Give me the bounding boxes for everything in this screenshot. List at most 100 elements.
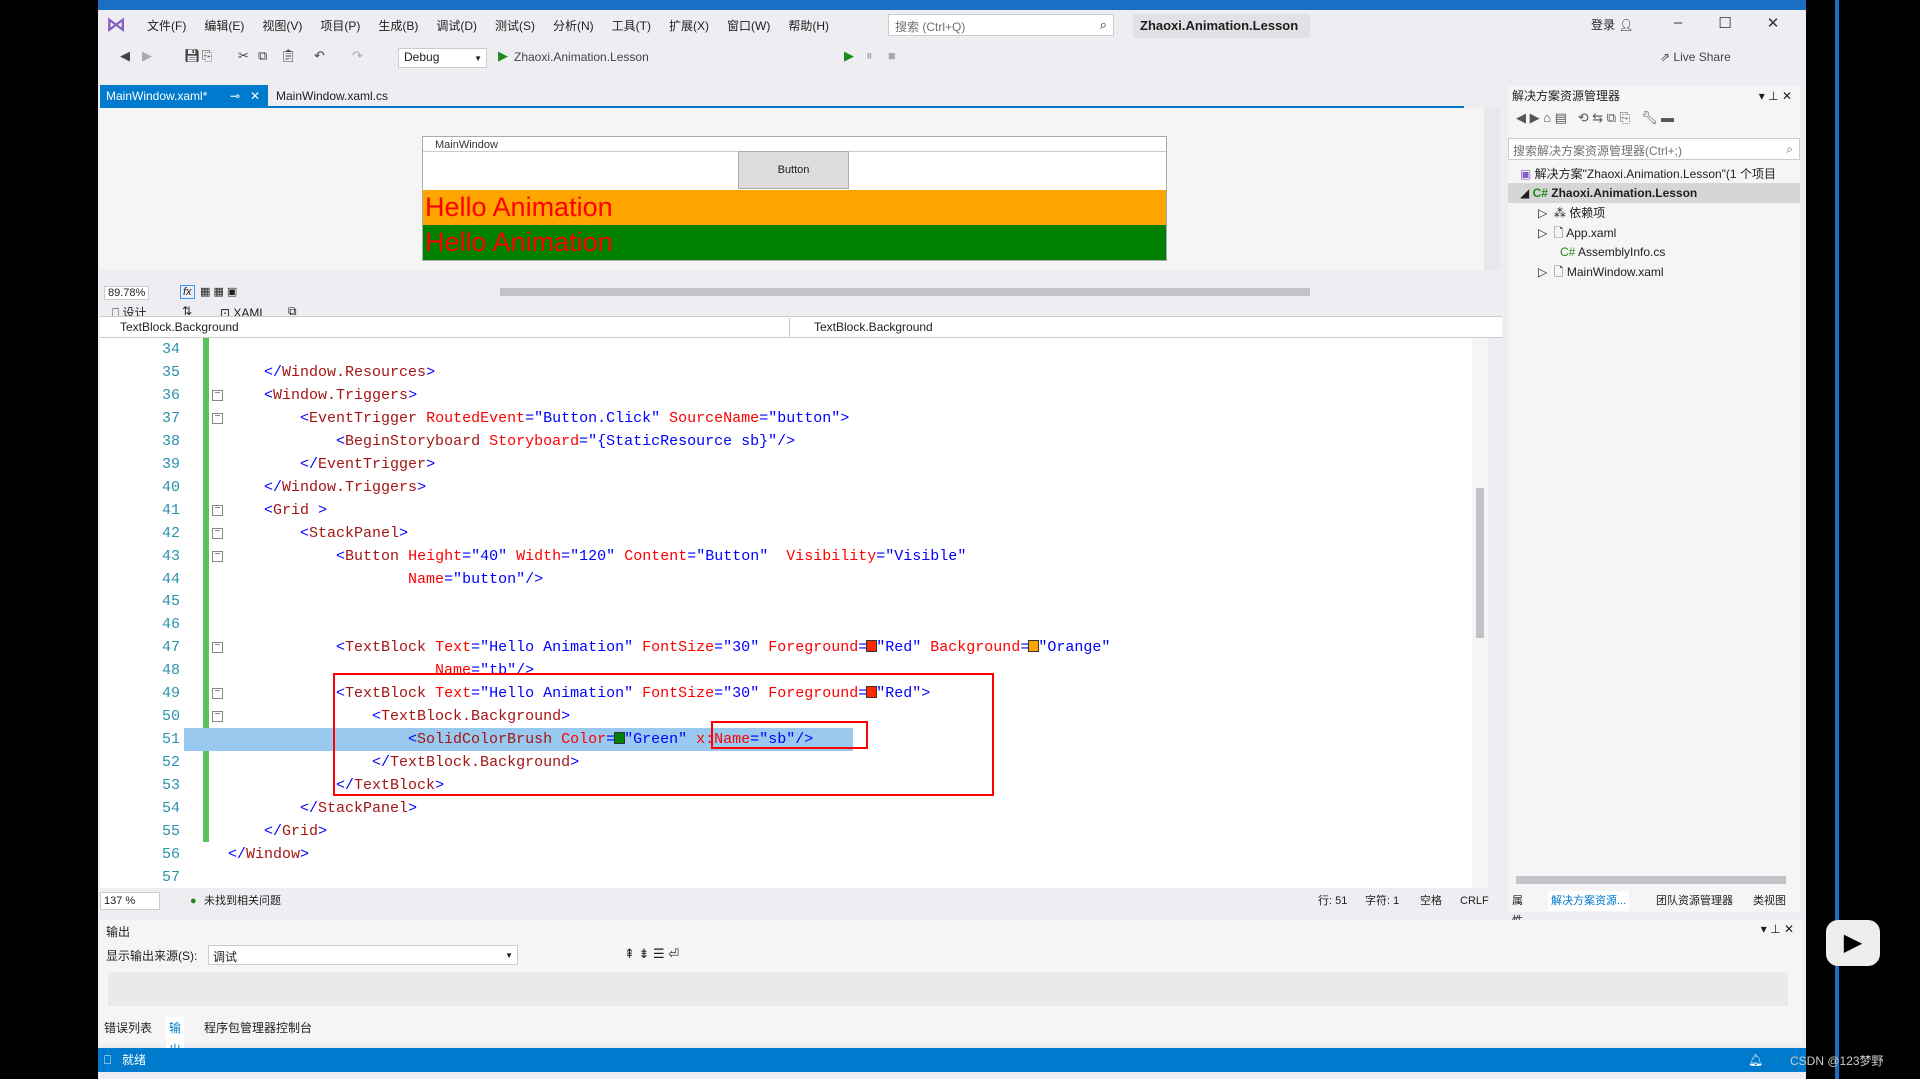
tree-item-mainwindow-xaml[interactable]: ▷ 🗋︎ MainWindow.xaml — [1508, 262, 1800, 282]
continue-icon[interactable]: ▶ — [844, 48, 854, 64]
grid-icon[interactable]: ▦ ▦ ▣ — [200, 285, 237, 298]
code-line[interactable]: 44 Name="button"/> — [100, 568, 1488, 591]
menu-file[interactable]: 文件(F) — [138, 17, 195, 35]
menu-help[interactable]: 帮助(H) — [779, 17, 838, 35]
paste-icon[interactable]: 📋︎ — [280, 48, 297, 64]
startup-project-button[interactable]: Zhaoxi.Animation.Lesson — [514, 50, 649, 64]
solution-search-input[interactable]: 搜索解决方案资源管理器(Ctrl+;) ⌕ — [1508, 138, 1800, 160]
menu-tools[interactable]: 工具(T) — [603, 17, 660, 35]
fold-toggle-icon[interactable]: − — [212, 527, 223, 539]
output-source-dropdown[interactable]: 调试 ▼ — [208, 945, 518, 965]
xaml-designer[interactable]: MainWindow Button Hello Animation Hello … — [100, 108, 1500, 320]
notification-icon[interactable]: 🔔︎ — [1748, 1048, 1763, 1072]
menu-view[interactable]: 视图(V) — [253, 17, 311, 35]
code-line[interactable]: 54 </StackPanel> — [100, 797, 1488, 820]
tree-item-assemblyinfo[interactable]: C# AssemblyInfo.cs — [1508, 242, 1800, 262]
tab-package-manager-console[interactable]: 程序包管理器控制台 — [204, 1017, 312, 1039]
issues-status[interactable]: 未找到相关问题 — [204, 890, 281, 912]
configuration-dropdown[interactable]: Debug ▼ — [398, 48, 487, 68]
collapse-icon[interactable]: ▷ — [1538, 206, 1554, 220]
fx-icon[interactable]: fx — [180, 285, 195, 299]
menu-project[interactable]: 项目(P) — [311, 17, 369, 35]
menu-edit[interactable]: 编辑(E) — [195, 17, 253, 35]
code-line[interactable]: 47− <TextBlock Text="Hello Animation" Fo… — [100, 636, 1488, 659]
editor-zoom-dropdown[interactable]: 137 % — [100, 892, 160, 910]
close-output-icon[interactable]: ▾ ⊥ ✕ — [1761, 922, 1794, 936]
tab-team-explorer[interactable]: 团队资源管理器 — [1656, 891, 1733, 911]
element-dropdown-right[interactable]: TextBlock.Background — [794, 318, 1484, 337]
code-line[interactable]: 42 − <StackPanel> — [100, 522, 1488, 545]
designer-vscroll[interactable] — [1484, 108, 1500, 270]
code-line[interactable]: 37− <EventTrigger RoutedEvent="Button.Cl… — [100, 407, 1488, 430]
redo-icon[interactable]: ↷ — [352, 48, 363, 64]
close-window-button[interactable]: ✕ — [1758, 14, 1788, 32]
output-text-area[interactable] — [108, 972, 1788, 1006]
code-line[interactable]: 35 </Window.Resources> — [100, 361, 1488, 384]
fold-toggle-icon[interactable]: − — [212, 504, 223, 516]
fold-toggle-icon[interactable]: − — [212, 550, 223, 562]
live-share-button[interactable]: ⇗ Live Share — [1660, 50, 1731, 64]
code-line[interactable]: 57 — [100, 866, 1488, 888]
designer-hscroll[interactable] — [500, 288, 1310, 296]
code-line[interactable]: 55 </Grid> — [100, 820, 1488, 843]
designer-zoom-dropdown[interactable]: 89.78% — [104, 286, 150, 300]
code-line[interactable]: 36 − <Window.Triggers> — [100, 384, 1488, 407]
menu-test[interactable]: 测试(S) — [486, 17, 544, 35]
pause-icon[interactable]: ⏸ — [866, 48, 873, 64]
collapse-icon[interactable]: ▷ — [1538, 265, 1554, 279]
code-line[interactable]: 38 <BeginStoryboard Storyboard="{StaticR… — [100, 430, 1488, 453]
code-line[interactable]: 46 — [100, 613, 1488, 636]
preview-textblock-green[interactable]: Hello Animation — [423, 225, 1166, 260]
solution-hscroll[interactable] — [1516, 876, 1786, 884]
video-play-icon[interactable]: ▶ — [1826, 920, 1880, 966]
login-link[interactable]: 登录 👤︎ — [1591, 16, 1634, 33]
code-line[interactable]: 41 − <Grid > — [100, 499, 1488, 522]
tab-error-list[interactable]: 错误列表 — [104, 1017, 152, 1039]
maximize-button[interactable]: ☐ — [1710, 14, 1740, 32]
tab-class-view[interactable]: 类视图 — [1753, 891, 1786, 911]
tab-solution-explorer[interactable]: 解决方案资源... — [1548, 891, 1630, 911]
menu-window[interactable]: 窗口(W) — [718, 17, 779, 35]
copy-icon[interactable]: ⧉ — [258, 48, 267, 64]
close-tab-icon[interactable]: ✕ — [250, 85, 260, 107]
fold-toggle-icon[interactable]: − — [212, 688, 223, 700]
menu-debug[interactable]: 调试(D) — [427, 17, 486, 35]
code-vscroll[interactable] — [1472, 338, 1488, 888]
collapse-icon[interactable]: ▷ — [1538, 226, 1554, 240]
tree-item-app-xaml[interactable]: ▷ 🗋︎ App.xaml — [1508, 223, 1800, 243]
save-all-icon[interactable]: ⎘ — [202, 48, 212, 64]
cut-icon[interactable]: ✂ — [238, 48, 249, 64]
tab-mainwindow-xaml-cs[interactable]: MainWindow.xaml.cs — [270, 85, 394, 107]
code-line[interactable]: 34 — [100, 338, 1488, 361]
solution-explorer-toolbar[interactable]: ◀ ▶ ⌂ ▤ ⟲ ⇆ ⧉ ⎘ 🔧︎ ▬ — [1516, 110, 1674, 126]
undo-icon[interactable]: ↶ — [314, 48, 325, 64]
menu-build[interactable]: 生成(B) — [369, 17, 427, 35]
fold-toggle-icon[interactable]: − — [212, 412, 223, 424]
close-panel-icon[interactable]: ▾ ⊥ ✕ — [1759, 86, 1792, 106]
code-editor[interactable]: 34 35 </Window.Resources> 36− <Window.Trig… — [100, 338, 1488, 888]
tree-item-dependencies[interactable]: ▷ ⁂ 依赖项 — [1508, 203, 1800, 223]
forward-icon[interactable]: ▶ — [142, 48, 152, 64]
preview-button[interactable]: Button — [738, 151, 849, 189]
fold-toggle-icon[interactable]: − — [212, 642, 223, 654]
scroll-thumb[interactable] — [1476, 488, 1484, 638]
fold-toggle-icon[interactable]: − — [212, 711, 223, 723]
save-icon[interactable]: 💾︎ — [184, 48, 201, 64]
code-line[interactable]: 45 — [100, 590, 1488, 613]
expand-icon[interactable]: ◢ — [1520, 186, 1533, 200]
element-dropdown-left[interactable]: TextBlock.Background — [100, 318, 790, 337]
tree-item-solution[interactable]: ▣ 解决方案"Zhaoxi.Animation.Lesson"(1 个项目 — [1508, 164, 1800, 184]
code-line[interactable]: 43− <Button Height="40" Width="120" Cont… — [100, 545, 1488, 568]
fold-toggle-icon[interactable]: − — [212, 389, 223, 401]
tree-item-project[interactable]: ◢ C# Zhaoxi.Animation.Lesson — [1508, 183, 1800, 203]
menu-extensions[interactable]: 扩展(X) — [660, 17, 718, 35]
minimize-button[interactable]: – — [1663, 14, 1693, 31]
stop-icon[interactable]: ■ — [888, 48, 896, 63]
back-icon[interactable]: ◀ — [120, 48, 130, 64]
menu-analyze[interactable]: 分析(N) — [544, 17, 603, 35]
output-toolbar-icons[interactable]: ⇞ ⇟ ☰ ⏎ — [624, 946, 679, 962]
code-line[interactable]: 40 </Window.Triggers> — [100, 476, 1488, 499]
preview-textblock-orange[interactable]: Hello Animation — [423, 190, 1166, 225]
tab-mainwindow-xaml[interactable]: MainWindow.xaml* ⊸ ✕ — [100, 85, 268, 107]
search-input[interactable]: 搜索 (Ctrl+Q) ⌕ — [888, 14, 1114, 36]
